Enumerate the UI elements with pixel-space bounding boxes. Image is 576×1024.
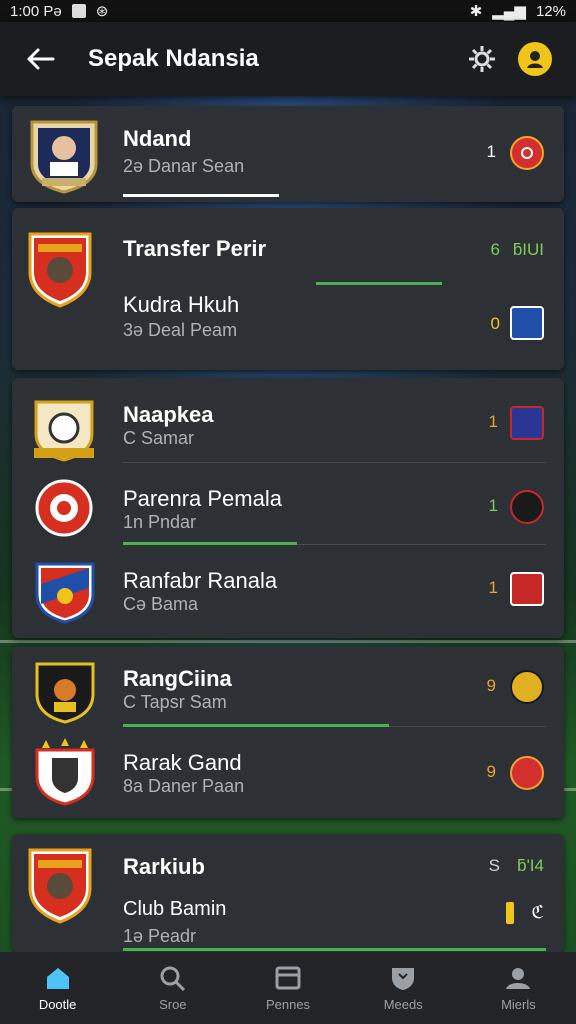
match-card[interactable]: Ndand 2ə Danar Sean 1	[12, 106, 564, 202]
club-subtitle: 2ə Danar Sean	[123, 156, 245, 176]
match-card[interactable]: RangCiina C Tapsr Sam 9 Rarak Gand 8a Da…	[12, 646, 564, 818]
notification-icon	[71, 4, 86, 18]
divider	[389, 726, 546, 727]
inbox-icon	[275, 966, 301, 989]
club-name: Naapkea	[123, 402, 214, 427]
signal-icon: ▂▄▆	[492, 3, 526, 20]
club-subtitle: 3ə Deal Peam	[123, 320, 238, 340]
club-subtitle: C Tapsr Sam	[123, 692, 227, 712]
match-score: 9	[486, 676, 496, 695]
bluetooth-icon: ✱	[469, 3, 483, 20]
match-card[interactable]: Rarkiub S ƃ'I4 Club Bamin 1ə Peadr ℭ	[12, 834, 564, 952]
opponent-badge-icon	[510, 572, 544, 606]
opponent-badge-icon	[510, 136, 544, 170]
gear-icon	[469, 46, 495, 72]
nav-item-meeds[interactable]: Meeds	[346, 952, 461, 1024]
progress-bar	[123, 724, 389, 727]
settings-button[interactable]	[460, 37, 504, 81]
club-name: Rarkiub	[123, 854, 205, 879]
club-subtitle: 1n Pndar	[123, 512, 197, 532]
club-name: Rarak Gand	[123, 750, 242, 775]
opponent-badge-icon	[510, 406, 544, 440]
nav-label: Meeds	[383, 996, 423, 1012]
nav-item-pennes[interactable]: Pennes	[230, 952, 345, 1024]
avatar[interactable]	[518, 42, 552, 76]
app-bar: Sepak Ndansia	[0, 22, 576, 96]
club-crest	[34, 560, 98, 632]
people-icon	[506, 967, 531, 989]
opponent-badge-icon	[510, 670, 544, 704]
club-name: Transfer Perir	[123, 236, 267, 261]
club-name: Club Bamin	[123, 898, 227, 920]
club-crest	[34, 478, 98, 550]
divider	[297, 544, 546, 545]
opponent-badge-icon	[510, 306, 544, 340]
match-status: ƃIUI	[512, 240, 544, 259]
match-card[interactable]: Transfer Perir 6 ƃIUI Kudra Hkuh 3ə Deal…	[12, 208, 564, 370]
nav-item-search[interactable]: Sroe	[115, 952, 230, 1024]
match-score: 1	[488, 578, 498, 597]
match-score: S	[488, 856, 500, 875]
heart-shield-icon	[392, 967, 415, 990]
match-score: 9	[486, 762, 496, 781]
club-subtitle: 8a Daner Paan	[123, 776, 245, 796]
status-bar: 1:00 Pǝ ⊛ ✱ ▂▄▆ 12%	[0, 0, 576, 22]
bottom-navigation: Dootle Sroe Pennes Meeds Mierls	[0, 952, 576, 1024]
search-icon	[160, 966, 185, 991]
page-title: Sepak Ndansia	[88, 45, 259, 72]
club-crest	[34, 738, 98, 810]
match-status: ƃ'I4	[517, 856, 544, 875]
opponent-badge-icon	[510, 756, 544, 790]
progress-bar	[123, 194, 279, 197]
club-crest	[28, 230, 92, 308]
club-crest	[32, 398, 96, 470]
match-score: 1	[486, 142, 496, 161]
match-card[interactable]: Naapkea C Samar 1 Parenra Pemala 1n Pnda…	[12, 378, 564, 638]
home-icon	[46, 967, 69, 989]
status-time: 1:00 Pǝ	[10, 2, 62, 20]
app-icon: ⊛	[95, 3, 109, 20]
club-subtitle: Cə Bama	[123, 594, 199, 614]
club-name: Parenra Pemala	[123, 486, 282, 511]
progress-bar	[123, 542, 297, 545]
nav-item-mierls[interactable]: Mierls	[461, 952, 576, 1024]
progress-bar	[123, 948, 546, 951]
info-icon: ℭ	[531, 902, 544, 922]
bottle-icon	[506, 902, 514, 924]
club-crest	[26, 118, 102, 194]
club-subtitle: 1ə Peadr	[123, 926, 197, 946]
divider	[123, 462, 546, 463]
club-subtitle: C Samar	[123, 428, 195, 448]
match-score: 0	[490, 314, 500, 333]
match-score: 1	[488, 496, 498, 515]
nav-item-home[interactable]: Dootle	[0, 952, 115, 1024]
nav-label: Pennes	[265, 996, 311, 1012]
club-name: Kudra Hkuh	[123, 292, 240, 317]
arrow-left-icon	[27, 48, 55, 70]
progress-bar	[316, 282, 442, 285]
club-crest	[34, 660, 98, 732]
match-score: 1	[488, 412, 498, 431]
opponent-badge-icon	[510, 490, 544, 524]
club-name: RangCiina	[123, 666, 232, 691]
club-name: Ndand	[123, 126, 192, 151]
match-score: 6	[490, 240, 500, 259]
back-button[interactable]	[20, 39, 60, 79]
nav-label: Sroe	[159, 996, 187, 1012]
nav-label: Dootle	[38, 996, 77, 1012]
battery-level: 12%	[535, 2, 566, 20]
club-crest	[28, 846, 92, 924]
nav-label: Mierls	[501, 996, 536, 1012]
club-name: Ranfabr Ranala	[123, 568, 278, 593]
